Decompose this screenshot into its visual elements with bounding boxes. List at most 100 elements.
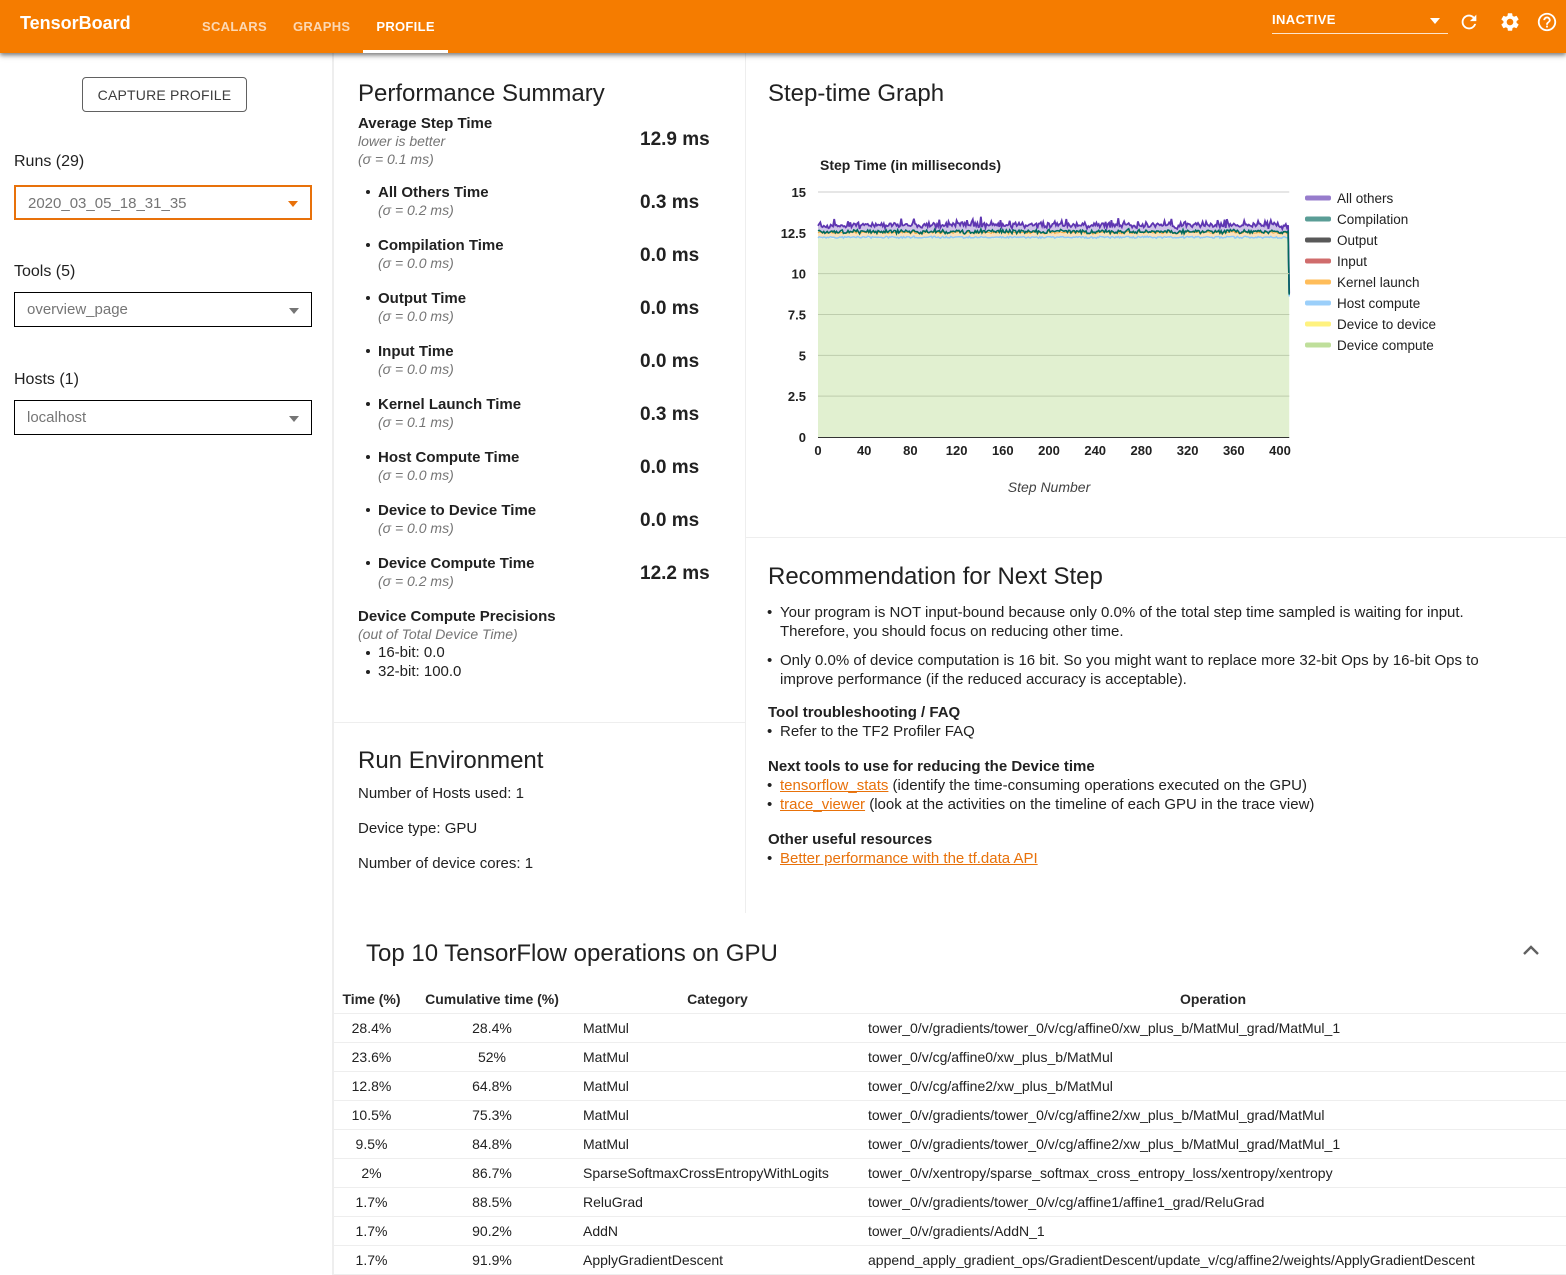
tools-caret-icon: [289, 308, 299, 314]
svg-text:12.5: 12.5: [781, 226, 806, 241]
col-header[interactable]: Category: [575, 985, 860, 1013]
cell-cumulative: 88.5%: [409, 1187, 575, 1216]
hosts-label: Hosts (1): [14, 371, 79, 389]
help-icon[interactable]: [1536, 11, 1558, 33]
tools-select[interactable]: overview_page: [14, 292, 312, 327]
cell-category: ReluGrad: [575, 1187, 860, 1216]
metric-value: 0.0 ms: [640, 298, 699, 320]
metric-value: 0.0 ms: [640, 510, 699, 532]
table-row[interactable]: 23.6%52%MatMultower_0/v/cg/affine0/xw_pl…: [334, 1042, 1566, 1071]
table-row[interactable]: 1.7%91.9%ApplyGradientDescentappend_appl…: [334, 1245, 1566, 1274]
table-row[interactable]: 28.4%28.4%MatMultower_0/v/gradients/towe…: [334, 1013, 1566, 1042]
svg-text:320: 320: [1177, 443, 1199, 458]
run-environment-title: Run Environment: [358, 747, 543, 775]
table-row[interactable]: 2%86.7%SparseSoftmaxCrossEntropyWithLogi…: [334, 1158, 1566, 1187]
metric-sigma: (σ = 0.1 ms): [378, 413, 758, 431]
reco-bullet-16bit: Only 0.0% of device computation is 16 bi…: [780, 651, 1479, 689]
svg-text:80: 80: [903, 443, 917, 458]
svg-text:280: 280: [1131, 443, 1153, 458]
legend-item-host-compute[interactable]: Host compute: [1305, 296, 1420, 311]
recommendation-section: Recommendation for Next Step Your progra…: [746, 537, 1566, 913]
settings-icon[interactable]: [1499, 11, 1521, 33]
resource-item: Better performance with the tf.data API: [780, 849, 1038, 868]
legend-item-kernel-launch[interactable]: Kernel launch: [1305, 275, 1420, 290]
svg-text:200: 200: [1038, 443, 1060, 458]
step-time-graph-section: Step-time Graph 02.557.51012.51504080120…: [746, 53, 1566, 537]
metric-sigma: (σ = 0.1 ms): [358, 150, 758, 168]
cell-category: ApplyGradientDescent: [575, 1245, 860, 1274]
svg-text:240: 240: [1084, 443, 1106, 458]
collapse-chevron-icon[interactable]: [1522, 943, 1540, 957]
precisions-title: Device Compute Precisions: [358, 608, 758, 625]
svg-text:40: 40: [857, 443, 871, 458]
legend-item-input[interactable]: Input: [1305, 254, 1367, 269]
status-dropdown[interactable]: INACTIVE: [1272, 8, 1448, 34]
bullet: [366, 190, 370, 194]
app-header: TensorBoard SCALARSGRAPHSPROFILE INACTIV…: [0, 0, 1566, 53]
table-row[interactable]: 1.7%90.2%AddNtower_0/v/gradients/AddN_1: [334, 1216, 1566, 1245]
metric-item: Host Compute Time(σ = 0.0 ms)0.0 ms: [358, 449, 758, 484]
metric-item: Device to Device Time(σ = 0.0 ms)0.0 ms: [358, 502, 758, 537]
metric-sigma: (σ = 0.0 ms): [378, 519, 758, 537]
reco-bullet-input-bound: Your program is NOT input-bound because …: [780, 603, 1464, 641]
nav-tabs: SCALARSGRAPHSPROFILE: [189, 0, 448, 53]
metric-sigma: (σ = 0.0 ms): [378, 466, 758, 484]
svg-text:Compilation: Compilation: [1337, 212, 1408, 227]
legend-item-device-to-device[interactable]: Device to device: [1305, 317, 1436, 332]
bullet: [366, 296, 370, 300]
sidebar: CAPTURE PROFILE Runs (29) 2020_03_05_18_…: [0, 53, 333, 1275]
hosts-select[interactable]: localhost: [14, 400, 312, 435]
table-row[interactable]: 10.5%75.3%MatMultower_0/v/gradients/towe…: [334, 1100, 1566, 1129]
app-title: TensorBoard: [20, 13, 131, 34]
svg-text:160: 160: [992, 443, 1014, 458]
trace-viewer-link[interactable]: trace_viewer: [780, 796, 865, 813]
cell-cumulative: 91.9%: [409, 1245, 575, 1274]
metric-label: Compilation Time: [378, 237, 758, 254]
recommendation-title: Recommendation for Next Step: [768, 563, 1103, 591]
cell-operation: tower_0/v/gradients/tower_0/v/cg/affine2…: [860, 1129, 1566, 1158]
cell-category: SparseSoftmaxCrossEntropyWithLogits: [575, 1158, 860, 1187]
metric-value: 12.2 ms: [640, 563, 710, 585]
tab-graphs[interactable]: GRAPHS: [280, 0, 363, 53]
runs-select[interactable]: 2020_03_05_18_31_35: [14, 185, 312, 220]
col-header[interactable]: Cumulative time (%): [409, 985, 575, 1013]
legend-item-device-compute[interactable]: Device compute: [1305, 338, 1434, 353]
hosts-caret-icon: [289, 416, 299, 422]
capture-profile-button[interactable]: CAPTURE PROFILE: [82, 77, 247, 112]
cell-category: MatMul: [575, 1129, 860, 1158]
legend-item-output[interactable]: Output: [1305, 233, 1378, 248]
bullet: [366, 651, 370, 655]
metric-label: Device to Device Time: [378, 502, 758, 519]
metric-value: 0.3 ms: [640, 404, 699, 426]
svg-text:Kernel launch: Kernel launch: [1337, 275, 1420, 290]
tab-profile[interactable]: PROFILE: [363, 0, 447, 53]
legend-item-all-others[interactable]: All others: [1305, 191, 1394, 206]
metric-item: Input Time(σ = 0.0 ms)0.0 ms: [358, 343, 758, 378]
tab-scalars[interactable]: SCALARS: [189, 0, 280, 53]
next-tools-title: Next tools to use for reducing the Devic…: [768, 757, 1095, 776]
metric-label: All Others Time: [378, 184, 758, 201]
run-env-item: Number of Hosts used: 1: [358, 785, 524, 802]
legend-item-compilation[interactable]: Compilation: [1305, 212, 1408, 227]
cell-time: 1.7%: [334, 1245, 409, 1274]
cell-cumulative: 86.7%: [409, 1158, 575, 1187]
metric-sigma: (σ = 0.0 ms): [378, 360, 758, 378]
metric-value: 0.0 ms: [640, 245, 699, 267]
col-header[interactable]: Time (%): [334, 985, 409, 1013]
table-row[interactable]: 12.8%64.8%MatMultower_0/v/cg/affine2/xw_…: [334, 1071, 1566, 1100]
top-ops-section: Top 10 TensorFlow operations on GPU Time…: [334, 913, 1566, 1275]
step-time-graph-title: Step-time Graph: [768, 80, 944, 108]
performance-summary-section: Performance Summary Average Step Time lo…: [334, 53, 745, 722]
cell-time: 1.7%: [334, 1187, 409, 1216]
metric-label: Input Time: [378, 343, 758, 360]
refresh-icon[interactable]: [1458, 11, 1480, 33]
tfdata-link[interactable]: Better performance with the tf.data API: [780, 850, 1038, 867]
col-header[interactable]: Operation: [860, 985, 1566, 1013]
table-row[interactable]: 9.5%84.8%MatMultower_0/v/gradients/tower…: [334, 1129, 1566, 1158]
table-row[interactable]: 1.7%88.5%ReluGradtower_0/v/gradients/tow…: [334, 1187, 1566, 1216]
hosts-select-value: localhost: [27, 409, 86, 426]
metric-label: Output Time: [378, 290, 758, 307]
tensorflow-stats-link[interactable]: tensorflow_stats: [780, 777, 888, 794]
bullet: [366, 508, 370, 512]
svg-text:2.5: 2.5: [788, 389, 806, 404]
